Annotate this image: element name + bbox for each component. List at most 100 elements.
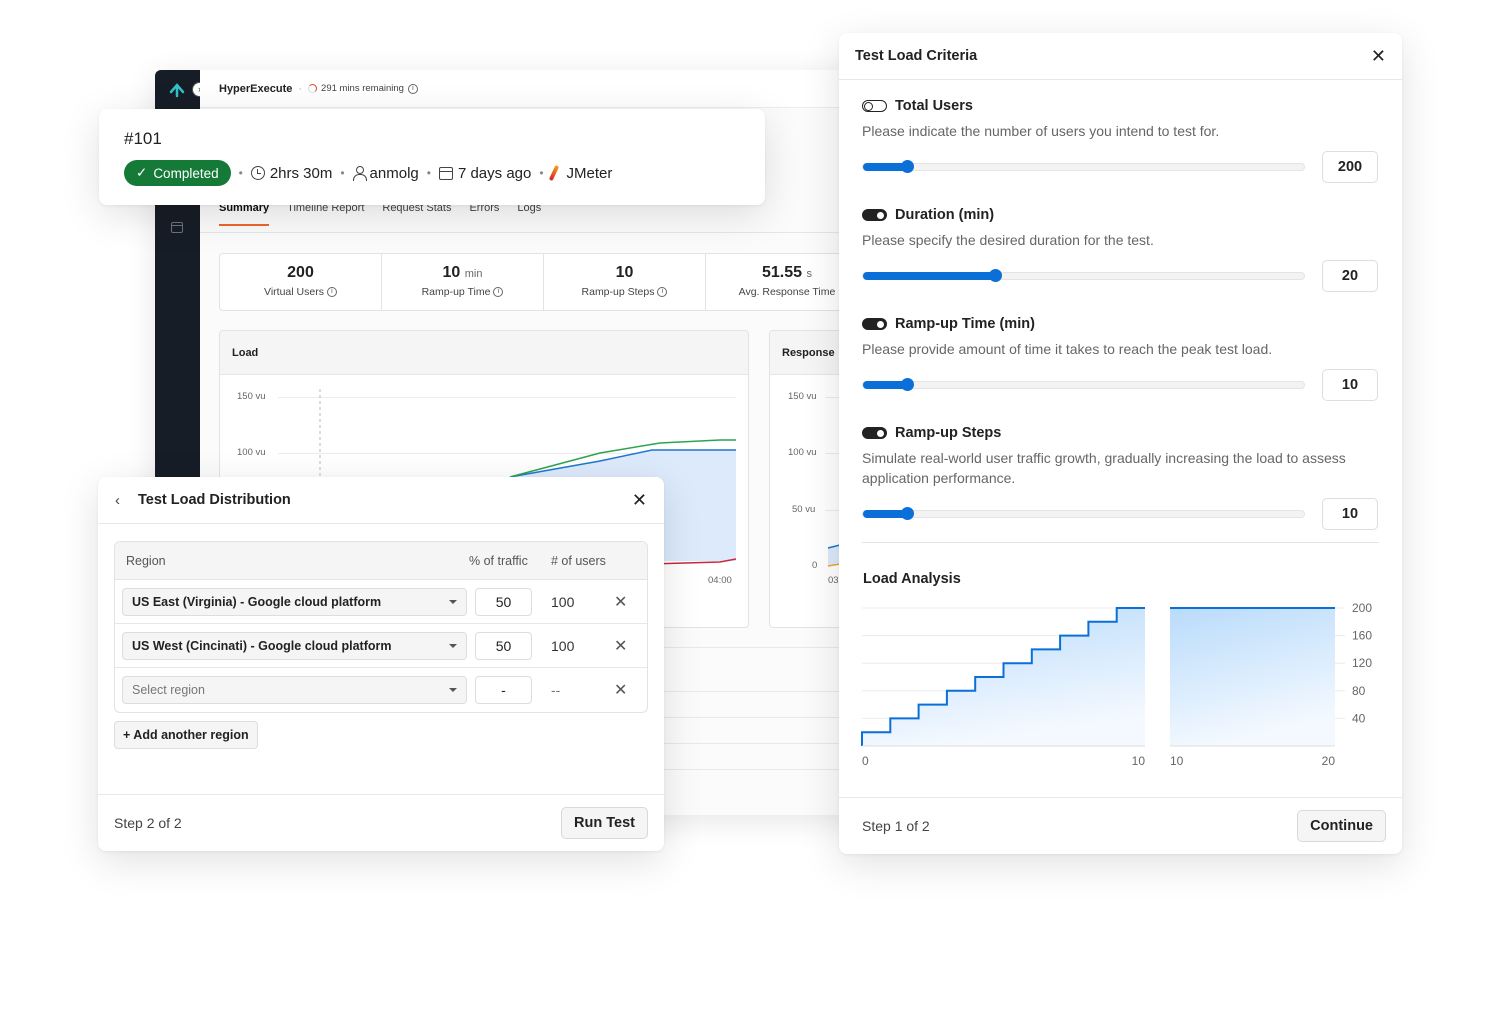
status-badge: ✓ Completed: [124, 160, 231, 186]
tool-value: JMeter: [566, 164, 613, 182]
toggle-switch[interactable]: [862, 318, 887, 330]
info-icon[interactable]: i: [493, 287, 504, 297]
ramp-up-time-input[interactable]: 10: [1322, 369, 1378, 401]
jmeter-feather-icon: [548, 164, 559, 182]
app-topbar: HyperExecute · 291 mins remaining i: [200, 70, 855, 108]
add-region-button[interactable]: + Add another region: [114, 721, 258, 749]
check-icon: ✓: [136, 165, 148, 180]
remove-row-icon[interactable]: ✕: [614, 680, 627, 700]
separator-dot: •: [238, 166, 243, 180]
close-icon[interactable]: ✕: [1371, 46, 1386, 67]
step-indicator: Step 2 of 2: [114, 815, 182, 831]
calendar-nav-icon[interactable]: [171, 222, 183, 233]
job-duration: 2hrs 30m: [250, 164, 333, 182]
stat-label: Ramp-up Steps: [581, 286, 655, 298]
dialog-header: Test Load Criteria ✕: [839, 33, 1402, 80]
stat-ramp-up-time: 10 min Ramp-up Time i: [382, 254, 544, 310]
section-title: Duration (min): [895, 207, 995, 223]
stat-virtual-users: 200 Virtual Users i: [220, 254, 382, 310]
region-select-value: US East (Virginia) - Google cloud platfo…: [132, 594, 382, 609]
stat-unit: s: [806, 268, 813, 280]
tab-timeline-report[interactable]: Timeline Report: [287, 202, 364, 226]
dialog-title: Test Load Criteria: [855, 48, 978, 64]
section-description: Please indicate the number of users you …: [862, 123, 1220, 139]
region-select[interactable]: US East (Virginia) - Google cloud platfo…: [122, 587, 467, 616]
dialog-footer: Step 2 of 2 Run Test: [98, 794, 664, 851]
stat-value: 51.55: [762, 264, 803, 281]
stat-ramp-up-steps: 10 Ramp-up Steps i: [544, 254, 706, 310]
column-users: # of users: [551, 553, 606, 568]
duration-input[interactable]: 20: [1322, 260, 1378, 292]
region-select-placeholder: Select region: [132, 683, 205, 697]
duration-slider[interactable]: [862, 269, 1305, 282]
ramp-up-steps-input[interactable]: 10: [1322, 498, 1378, 530]
slider-thumb[interactable]: [901, 378, 915, 391]
tab-summary[interactable]: Summary: [219, 202, 270, 226]
tab-errors[interactable]: Errors: [469, 202, 499, 226]
section-title: Ramp-up Time (min): [895, 316, 1035, 332]
clock-icon: [250, 166, 265, 180]
column-traffic: % of traffic: [469, 553, 528, 568]
toggle-switch[interactable]: [862, 100, 887, 112]
user-icon: [352, 166, 367, 181]
caret-down-icon: [449, 688, 457, 692]
run-test-button[interactable]: Run Test: [561, 807, 648, 839]
status-label: Completed: [153, 165, 219, 181]
separator-dot: •: [426, 166, 431, 180]
column-region: Region: [126, 553, 166, 568]
slider-thumb[interactable]: [989, 269, 1003, 282]
remaining-time: 291 mins remaining i: [308, 83, 418, 94]
traffic-percent-input[interactable]: 50: [475, 587, 532, 616]
info-icon[interactable]: i: [657, 287, 668, 297]
tab-logs[interactable]: Logs: [517, 202, 541, 226]
ramp-up-time-slider[interactable]: [862, 378, 1305, 391]
traffic-percent-input[interactable]: -: [475, 676, 532, 704]
total-users-input[interactable]: 200: [1322, 151, 1378, 183]
slider-thumb[interactable]: [901, 507, 915, 520]
tabs-divider: [200, 232, 855, 233]
separator: ·: [298, 82, 303, 95]
info-icon[interactable]: i: [407, 83, 418, 94]
traffic-percent-input[interactable]: 50: [475, 631, 532, 660]
separator-dot: •: [340, 166, 345, 180]
calendar-icon: [438, 166, 453, 180]
response-xtick: 03: [828, 575, 839, 586]
total-users-slider[interactable]: [862, 160, 1305, 173]
toggle-switch[interactable]: [862, 209, 887, 221]
stat-value: 200: [287, 264, 314, 281]
region-select[interactable]: Select region: [122, 676, 467, 704]
duration-value: 2hrs 30m: [269, 164, 333, 182]
summary-stats: 200 Virtual Users i 10 min Ramp-up Time i …: [219, 253, 855, 311]
close-icon[interactable]: ✕: [632, 490, 647, 511]
report-tabs: Summary Timeline Report Request Stats Er…: [219, 202, 541, 226]
users-count: --: [551, 682, 561, 698]
caret-down-icon: [449, 599, 457, 604]
section-description: Please specify the desired duration for …: [862, 232, 1154, 248]
table-row: Select region - -- ✕: [115, 668, 647, 712]
remove-row-icon[interactable]: ✕: [614, 592, 627, 612]
continue-button[interactable]: Continue: [1297, 810, 1386, 842]
stat-unit: min: [464, 268, 483, 280]
ramp-up-steps-slider[interactable]: [862, 507, 1305, 520]
y-tick-label: 40: [1352, 711, 1366, 725]
y-tick-label: 160: [1352, 629, 1372, 643]
remove-row-icon[interactable]: ✕: [614, 636, 627, 656]
hyperexecute-logo-icon: [169, 83, 185, 98]
stat-value: 10: [615, 264, 634, 281]
separator-dot: •: [539, 166, 544, 180]
product-name: HyperExecute: [219, 82, 293, 95]
slider-thumb[interactable]: [901, 160, 915, 173]
user-value: anmolg: [369, 164, 419, 182]
tab-request-stats[interactable]: Request Stats: [382, 202, 451, 226]
toggle-switch[interactable]: [862, 427, 887, 439]
stat-label: Ramp-up Time: [421, 286, 491, 298]
info-icon[interactable]: i: [326, 287, 337, 297]
table-header: Region % of traffic # of users: [115, 542, 647, 580]
region-select[interactable]: US West (Cincinati) - Google cloud platf…: [122, 631, 467, 660]
date-value: 7 days ago: [457, 164, 532, 182]
back-chevron-icon[interactable]: ‹: [115, 492, 120, 509]
section-description: Simulate real-world user traffic growth,…: [862, 450, 1346, 486]
job-date: 7 days ago: [438, 164, 532, 182]
users-count: 100: [551, 637, 575, 654]
stat-label: Virtual Users: [264, 286, 324, 298]
